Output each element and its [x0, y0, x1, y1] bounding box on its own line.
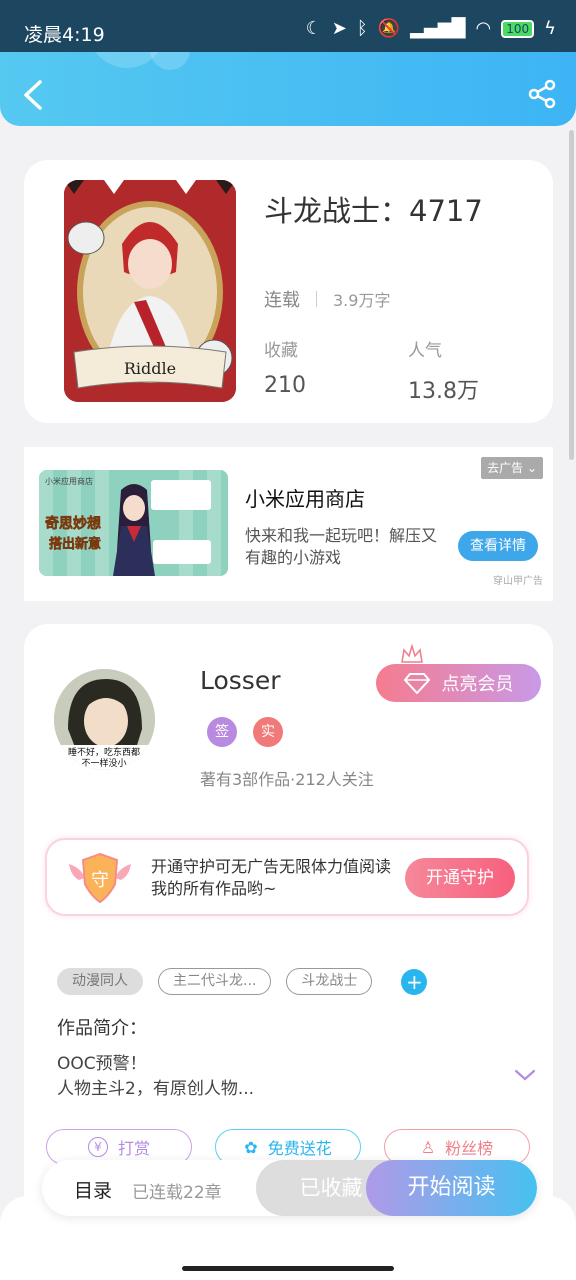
flower-icon: ✿	[244, 1137, 258, 1157]
intro-text[interactable]: OOC预警！ 人物主斗2，有原创人物...	[57, 1052, 497, 1102]
chevron-down-icon[interactable]	[514, 1068, 536, 1082]
intro-line: 人物主斗2，有原创人物...	[57, 1079, 255, 1099]
author-card: 睡不好，吃东西都 不一样没小 Losser 签 实 著有3部作品·212人关注 …	[24, 624, 553, 1224]
avatar-caption-line1: 睡不好，吃东西都	[68, 746, 140, 758]
ad-img-slogan1: 奇思妙想	[45, 515, 101, 532]
ad-img-brand: 小米应用商店	[45, 476, 93, 486]
add-tag-icon[interactable]: +	[401, 968, 428, 995]
tag-list: 动漫同人 主二代斗龙... 斗龙战士 +	[57, 968, 428, 995]
serial-status: 连载	[264, 290, 300, 311]
start-reading-button[interactable]: 开始阅读	[366, 1160, 537, 1216]
remove-ad-label: 去广告	[487, 461, 524, 475]
diamond-icon	[403, 673, 430, 694]
popularity-label: 人气	[408, 341, 442, 361]
popularity-stat: 人气 13.8万	[408, 336, 479, 405]
user-icon: ♙	[420, 1137, 436, 1157]
ad-details-button[interactable]: 查看详情	[458, 531, 538, 561]
book-status-row: 连载 3.9万字	[264, 286, 390, 312]
divider	[316, 291, 317, 307]
cover-name: Riddle	[124, 359, 176, 378]
chevron-down-icon: ⌄	[526, 461, 537, 475]
ad-source: 穿山甲广告	[493, 576, 543, 587]
chapter-count: 已连载22章	[132, 1183, 222, 1203]
vip-button[interactable]: 点亮会员	[376, 664, 541, 702]
home-indicator[interactable]	[182, 1266, 394, 1271]
ad-description: 快来和我一起玩吧！解压又有趣的小游戏	[245, 526, 438, 567]
fav-stat: 收藏 210	[264, 336, 306, 398]
fans-rank-label: 粉丝榜	[445, 1139, 494, 1158]
guard-text: 开通守护可无广告无限体力值阅读我的所有作品哟~	[151, 857, 392, 898]
intro-label: 作品简介：	[57, 1018, 147, 1039]
book-title: 斗龙战士：4717	[264, 194, 483, 228]
status-time: 凌晨4:19	[24, 24, 105, 46]
tag-item[interactable]: 斗龙战士	[286, 968, 373, 995]
intro-line: OOC预警！	[57, 1054, 147, 1074]
cover-illustration: Riddle	[64, 180, 236, 402]
ad-image[interactable]: 小米应用商店 奇思妙想 搭出新意	[39, 470, 228, 576]
popularity-value: 13.8万	[408, 379, 479, 404]
location-icon: ➤	[331, 18, 347, 39]
ad-illustration: 小米应用商店 奇思妙想 搭出新意	[39, 470, 228, 576]
status-bar: 凌晨4:19 ☾ ➤ ᛒ 🔕 ▂▄▆█ ◠ 100 ϟ	[0, 0, 576, 52]
book-info-card: Riddle 斗龙战士：4717 连载 3.9万字 收藏 210 人气 13.8…	[24, 160, 553, 423]
avatar[interactable]: 睡不好，吃东西都 不一样没小	[54, 669, 155, 770]
signed-badge: 签	[207, 717, 237, 747]
bluetooth-icon: ᛒ	[356, 18, 368, 39]
book-cover[interactable]: Riddle	[64, 180, 236, 402]
app-header: 凌晨4:19 ☾ ➤ ᛒ 🔕 ▂▄▆█ ◠ 100 ϟ	[0, 0, 576, 126]
tag-item[interactable]: 动漫同人	[57, 968, 143, 995]
guard-icon-char: 守	[91, 870, 109, 891]
send-flower-label: 免费送花	[267, 1139, 332, 1158]
toc-button[interactable]: 目录	[74, 1176, 112, 1203]
ad-title[interactable]: 小米应用商店	[245, 483, 365, 512]
remove-ad-button[interactable]: 去广告 ⌄	[481, 457, 543, 479]
back-icon[interactable]	[20, 78, 46, 112]
open-guard-button[interactable]: 开通守护	[405, 858, 515, 898]
wifi-icon: ◠	[475, 18, 492, 39]
author-meta: 著有3部作品·212人关注	[200, 770, 374, 789]
verified-badge: 实	[253, 717, 283, 747]
yen-icon: ¥	[87, 1137, 108, 1157]
fav-label: 收藏	[264, 341, 298, 361]
bottom-action-bar: 目录 已连载22章 已收藏 开始阅读	[42, 1160, 537, 1216]
guard-banner: 守 开通守护可无广告无限体力值阅读我的所有作品哟~ 开通守护	[45, 838, 529, 916]
moon-icon: ☾	[305, 18, 322, 39]
guard-shield-icon: 守	[69, 852, 131, 904]
fav-value: 210	[264, 373, 306, 398]
share-icon[interactable]	[526, 78, 558, 110]
author-name[interactable]: Losser	[200, 666, 281, 695]
mute-icon: 🔕	[377, 18, 401, 39]
battery-icon: 100	[501, 19, 535, 38]
ad-img-slogan2: 搭出新意	[49, 536, 101, 552]
avatar-caption-line2: 不一样没小	[81, 757, 126, 769]
scrollbar[interactable]	[569, 130, 574, 460]
word-count: 3.9万字	[333, 291, 391, 310]
charging-icon: ϟ	[544, 18, 556, 39]
reward-label: 打赏	[117, 1139, 150, 1158]
avatar-illustration: 睡不好，吃东西都 不一样没小	[54, 669, 155, 770]
vip-button-label: 点亮会员	[441, 674, 514, 695]
ad-banner[interactable]: 小米应用商店 奇思妙想 搭出新意 小米应用商店 快来和我一起玩吧！解压又有趣的小…	[24, 447, 553, 601]
crown-icon	[401, 644, 423, 663]
signal-icon: ▂▄▆█	[410, 18, 466, 39]
status-icons: ☾ ➤ ᛒ 🔕 ▂▄▆█ ◠ 100 ϟ	[306, 18, 556, 39]
tag-item[interactable]: 主二代斗龙...	[158, 968, 272, 995]
